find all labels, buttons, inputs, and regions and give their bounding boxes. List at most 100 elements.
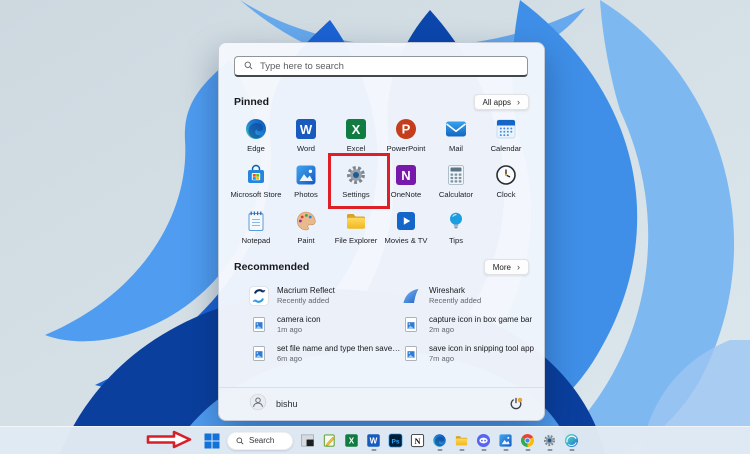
notepad-plus-plus-icon — [322, 433, 337, 448]
start-button[interactable] — [201, 430, 222, 451]
image-file-icon — [401, 315, 421, 335]
taskbar-app-photos[interactable] — [496, 430, 515, 451]
taskbar-app-dark-window[interactable] — [298, 430, 317, 451]
pinned-app-photos[interactable]: Photos — [281, 160, 331, 206]
macrium-reflect-icon — [249, 286, 269, 306]
taskbar-app-icons: X W Ps N — [298, 430, 581, 451]
taskbar: Search X W Ps — [0, 426, 750, 454]
movies-tv-icon — [394, 209, 418, 233]
chevron-right-icon: › — [517, 98, 520, 107]
pinned-app-file-explorer[interactable]: File Explorer — [331, 206, 381, 252]
pinned-app-notepad[interactable]: Notepad — [231, 206, 281, 252]
svg-text:X: X — [352, 122, 361, 137]
image-file-icon — [249, 315, 269, 335]
microsoft-store-icon — [244, 163, 268, 187]
taskbar-app-photoshop[interactable]: Ps — [386, 430, 405, 451]
wireshark-icon — [401, 286, 421, 306]
user-avatar-icon — [249, 393, 267, 416]
dark-window-icon — [300, 433, 315, 448]
settings-highlight-box — [328, 153, 390, 209]
pinned-app-calendar[interactable]: Calendar — [481, 114, 531, 160]
running-indicator — [503, 449, 508, 452]
red-arrow-annotation — [146, 430, 192, 454]
recommended-item-save-icon[interactable]: save icon in snipping tool app 7m ago — [401, 344, 537, 364]
recommended-item-set-file-name[interactable]: set file name and type then save in... 6… — [249, 344, 401, 364]
pinned-app-edge[interactable]: Edge — [231, 114, 281, 160]
calculator-icon — [444, 163, 468, 187]
all-apps-button[interactable]: All apps › — [474, 94, 529, 110]
taskbar-app-settings[interactable] — [540, 430, 559, 451]
taskbar-app-edge[interactable] — [430, 430, 449, 451]
recommended-grid: Macrium Reflect Recently added Wireshark… — [249, 281, 537, 368]
taskbar-app-word[interactable]: W — [364, 430, 383, 451]
taskbar-app-notepad-plus-plus[interactable] — [320, 430, 339, 451]
running-indicator — [525, 449, 530, 452]
svg-text:X: X — [349, 437, 355, 446]
tips-icon — [444, 209, 468, 233]
start-search-input[interactable]: Type here to search — [234, 56, 528, 77]
running-indicator — [481, 449, 486, 452]
taskbar-app-excel[interactable]: X — [342, 430, 361, 451]
running-indicator — [547, 449, 552, 452]
recommended-item-capture-icon[interactable]: capture icon in box game bar 2m ago — [401, 315, 537, 335]
word-icon: W — [366, 433, 381, 448]
pinned-section-title: Pinned — [234, 96, 269, 108]
svg-text:N: N — [414, 436, 420, 446]
running-indicator — [371, 449, 376, 452]
photos-app-icon — [498, 433, 513, 448]
clock-icon — [494, 163, 518, 187]
pinned-app-calculator[interactable]: Calculator — [431, 160, 481, 206]
taskbar-app-discord[interactable] — [474, 430, 493, 451]
more-button[interactable]: More › — [484, 259, 529, 275]
pinned-app-word[interactable]: W Word — [281, 114, 331, 160]
chrome-icon — [520, 433, 535, 448]
search-icon — [236, 437, 244, 445]
notion-icon: N — [410, 433, 425, 448]
pinned-app-paint[interactable]: Paint — [281, 206, 331, 252]
file-explorer-icon — [454, 433, 469, 448]
word-icon: W — [294, 117, 318, 141]
svg-text:P: P — [402, 122, 411, 137]
recommended-item-macrium[interactable]: Macrium Reflect Recently added — [249, 286, 401, 306]
pinned-app-tips[interactable]: Tips — [431, 206, 481, 252]
desktop-screen: Type here to search Pinned All apps › Ed… — [0, 0, 750, 454]
running-indicator — [437, 449, 442, 452]
pinned-app-mail[interactable]: Mail — [431, 114, 481, 160]
photoshop-icon: Ps — [388, 433, 403, 448]
taskbar-search-button[interactable]: Search — [227, 432, 293, 450]
excel-icon: X — [344, 433, 359, 448]
windows-start-icon — [204, 433, 220, 449]
power-icon — [508, 396, 524, 412]
running-indicator — [459, 449, 464, 452]
notepad-icon — [244, 209, 268, 233]
taskbar-app-phone-link[interactable] — [562, 430, 581, 451]
onenote-icon: N — [394, 163, 418, 187]
image-file-icon — [401, 344, 421, 364]
pinned-app-microsoft-store[interactable]: Microsoft Store — [231, 160, 281, 206]
settings-gear-icon — [542, 433, 557, 448]
taskbar-app-chrome[interactable] — [518, 430, 537, 451]
calendar-icon — [494, 117, 518, 141]
power-button[interactable] — [508, 396, 524, 412]
start-menu-footer: bishu — [219, 387, 544, 420]
pinned-app-movies-tv[interactable]: Movies & TV — [381, 206, 431, 252]
chevron-right-icon: › — [517, 263, 520, 272]
svg-text:N: N — [401, 168, 410, 183]
taskbar-app-notion[interactable]: N — [408, 430, 427, 451]
svg-text:W: W — [370, 437, 378, 446]
file-explorer-icon — [344, 209, 368, 233]
search-placeholder: Type here to search — [260, 61, 344, 72]
recommended-item-camera-icon[interactable]: camera icon 1m ago — [249, 315, 401, 335]
pinned-app-clock[interactable]: Clock — [481, 160, 531, 206]
update-badge — [518, 398, 523, 403]
powerpoint-icon: P — [394, 117, 418, 141]
user-profile-button[interactable]: bishu — [249, 393, 298, 416]
phone-link-icon — [564, 433, 579, 448]
svg-text:Ps: Ps — [391, 439, 399, 446]
taskbar-app-file-explorer[interactable] — [452, 430, 471, 451]
image-file-icon — [249, 344, 269, 364]
recommended-item-wireshark[interactable]: Wireshark Recently added — [401, 286, 537, 306]
edge-icon — [244, 117, 268, 141]
discord-icon — [476, 433, 491, 448]
mail-icon — [444, 117, 468, 141]
